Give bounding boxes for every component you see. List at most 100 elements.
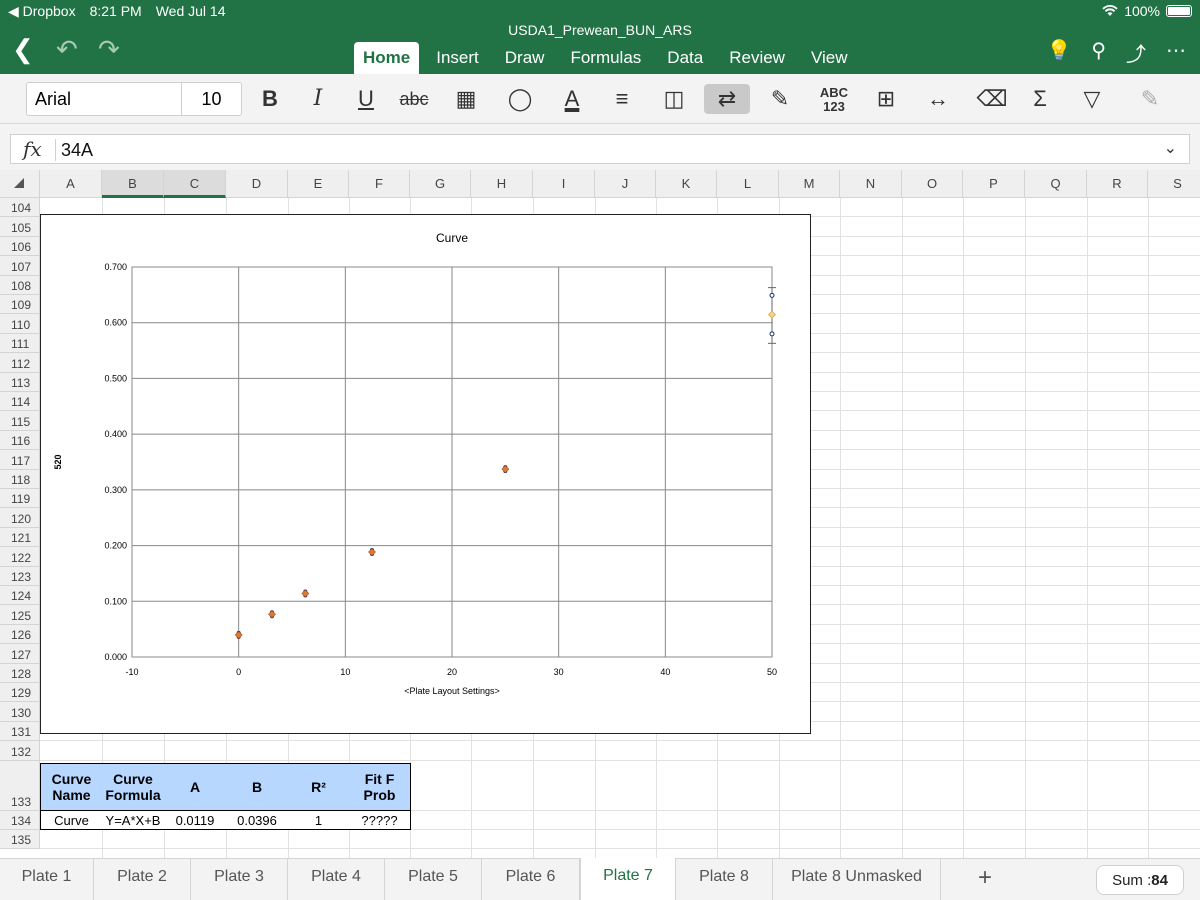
column-header-q[interactable]: Q xyxy=(1025,170,1087,198)
row-header-115[interactable]: 115 xyxy=(0,411,40,431)
add-sheet-button[interactable]: + xyxy=(962,861,1008,895)
table-header-cell[interactable]: R² xyxy=(288,762,350,811)
row-header-107[interactable]: 107 xyxy=(0,256,40,276)
table-cell[interactable]: 0.0119 xyxy=(164,810,227,830)
row-header-127[interactable]: 127 xyxy=(0,644,40,664)
row-header-133[interactable]: 133 xyxy=(0,760,40,811)
column-header-j[interactable]: J xyxy=(595,170,656,198)
align-icon[interactable]: ≡ xyxy=(602,84,642,114)
underline-button[interactable]: U xyxy=(346,84,386,114)
spreadsheet-grid[interactable]: A B C D E F G H I J K L M N O P Q R S 104 105 106 107 108 109 110… xyxy=(0,170,1200,858)
font-color-icon[interactable]: A xyxy=(552,84,592,114)
row-header-117[interactable]: 117 xyxy=(0,450,40,470)
insert-delete-icon[interactable]: ⊞ xyxy=(866,84,906,114)
sort-filter-icon[interactable]: ▽ xyxy=(1072,84,1112,114)
wrap-text-icon[interactable]: ⇄ xyxy=(704,84,750,114)
column-header-k[interactable]: K xyxy=(656,170,717,198)
table-cell[interactable]: Curve xyxy=(40,810,103,830)
table-header-cell[interactable]: Curve Name xyxy=(40,762,103,811)
font-picker[interactable]: Arial 10 xyxy=(26,82,242,116)
back-to-dropbox[interactable]: ◀ Dropbox xyxy=(8,3,76,20)
row-header-108[interactable]: 108 xyxy=(0,275,40,295)
sheet-tab-plate-1[interactable]: Plate 1 xyxy=(0,859,94,900)
row-header-114[interactable]: 114 xyxy=(0,392,40,412)
column-header-c[interactable]: C xyxy=(164,170,226,198)
sheet-tab-plate-6[interactable]: Plate 6 xyxy=(482,859,580,900)
merge-icon[interactable]: ◫ xyxy=(654,84,694,114)
column-header-n[interactable]: N xyxy=(840,170,902,198)
row-header-106[interactable]: 106 xyxy=(0,236,40,257)
chevron-down-icon[interactable]: ⌄ xyxy=(1164,138,1177,158)
sheet-tab-plate-7[interactable]: Plate 7 xyxy=(580,858,676,900)
column-header-g[interactable]: G xyxy=(410,170,471,198)
column-header-p[interactable]: P xyxy=(963,170,1025,198)
tab-view[interactable]: View xyxy=(802,42,857,75)
sheet-tab-plate-3[interactable]: Plate 3 xyxy=(191,859,288,900)
column-header-b[interactable]: B xyxy=(102,170,164,198)
column-header-e[interactable]: E xyxy=(288,170,349,198)
autofit-icon[interactable]: ↔ xyxy=(918,84,958,114)
sheet-tab-plate-8[interactable]: Plate 8 xyxy=(676,859,773,900)
row-header-110[interactable]: 110 xyxy=(0,314,40,334)
redo-icon[interactable]: ↷ xyxy=(98,36,120,62)
column-header-f[interactable]: F xyxy=(349,170,410,198)
row-header-113[interactable]: 113 xyxy=(0,372,40,392)
row-header-125[interactable]: 125 xyxy=(0,605,40,625)
row-header-128[interactable]: 128 xyxy=(0,663,40,683)
row-header-104[interactable]: 104 xyxy=(0,198,40,218)
row-header-116[interactable]: 116 xyxy=(0,430,40,451)
row-header-120[interactable]: 120 xyxy=(0,508,40,528)
formula-value[interactable]: 34A xyxy=(61,140,93,161)
search-icon[interactable]: ⚲ xyxy=(1091,38,1106,67)
row-header-118[interactable]: 118 xyxy=(0,469,40,489)
column-header-r[interactable]: R xyxy=(1087,170,1148,198)
row-header-131[interactable]: 131 xyxy=(0,721,40,742)
share-icon[interactable]: ⤴ xyxy=(1126,38,1146,67)
row-header-129[interactable]: 129 xyxy=(0,683,40,703)
select-all-corner[interactable] xyxy=(0,170,40,198)
table-header-cell[interactable]: B xyxy=(226,762,289,811)
sheet-tab-plate-5[interactable]: Plate 5 xyxy=(385,859,482,900)
row-header-111[interactable]: 111 xyxy=(0,333,40,354)
table-header-cell[interactable]: Curve Formula xyxy=(102,762,165,811)
table-header-cell[interactable]: A xyxy=(164,762,227,811)
column-header-l[interactable]: L xyxy=(717,170,779,198)
row-header-122[interactable]: 122 xyxy=(0,547,40,567)
clipboard-icon[interactable]: ✎ xyxy=(1130,84,1170,114)
fill-color-icon[interactable]: ◯ xyxy=(500,84,540,114)
font-size[interactable]: 10 xyxy=(181,83,241,115)
row-header-112[interactable]: 112 xyxy=(0,353,40,373)
tab-insert[interactable]: Insert xyxy=(427,42,488,75)
back-icon[interactable]: ❮ xyxy=(12,36,34,62)
eraser-icon[interactable]: ⌫ xyxy=(972,84,1012,114)
tab-draw[interactable]: Draw xyxy=(496,42,554,75)
undo-icon[interactable]: ↶ xyxy=(56,36,78,62)
tab-home[interactable]: Home xyxy=(354,42,420,75)
column-header-m[interactable]: M xyxy=(779,170,840,198)
number-format-button[interactable]: ABC 123 xyxy=(814,84,854,114)
strikethrough-button[interactable]: abc xyxy=(394,84,434,114)
sheet-tab-plate-2[interactable]: Plate 2 xyxy=(94,859,191,900)
row-header-124[interactable]: 124 xyxy=(0,586,40,606)
row-header-123[interactable]: 123 xyxy=(0,566,40,586)
row-header-105[interactable]: 105 xyxy=(0,217,40,237)
italic-button[interactable]: I xyxy=(298,84,338,114)
tab-data[interactable]: Data xyxy=(658,42,712,75)
lightbulb-icon[interactable]: 💡 xyxy=(1046,38,1071,67)
font-name[interactable]: Arial xyxy=(35,89,71,110)
row-header-119[interactable]: 119 xyxy=(0,489,40,509)
table-cell[interactable]: ????? xyxy=(349,810,411,830)
row-header-121[interactable]: 121 xyxy=(0,527,40,548)
sum-button[interactable]: Σ xyxy=(1020,84,1060,114)
table-cell[interactable]: 1 xyxy=(288,810,350,830)
tab-review[interactable]: Review xyxy=(720,42,794,75)
column-header-d[interactable]: D xyxy=(226,170,288,198)
table-cell[interactable]: 0.0396 xyxy=(226,810,289,830)
row-header-135[interactable]: 135 xyxy=(0,830,40,850)
row-header-109[interactable]: 109 xyxy=(0,295,40,315)
column-header-a[interactable]: A xyxy=(40,170,102,198)
tab-formulas[interactable]: Formulas xyxy=(561,42,650,75)
format-painter-icon[interactable]: ✎ xyxy=(760,84,800,114)
column-header-i[interactable]: I xyxy=(533,170,595,198)
table-header-cell[interactable]: Fit F Prob xyxy=(349,762,411,811)
